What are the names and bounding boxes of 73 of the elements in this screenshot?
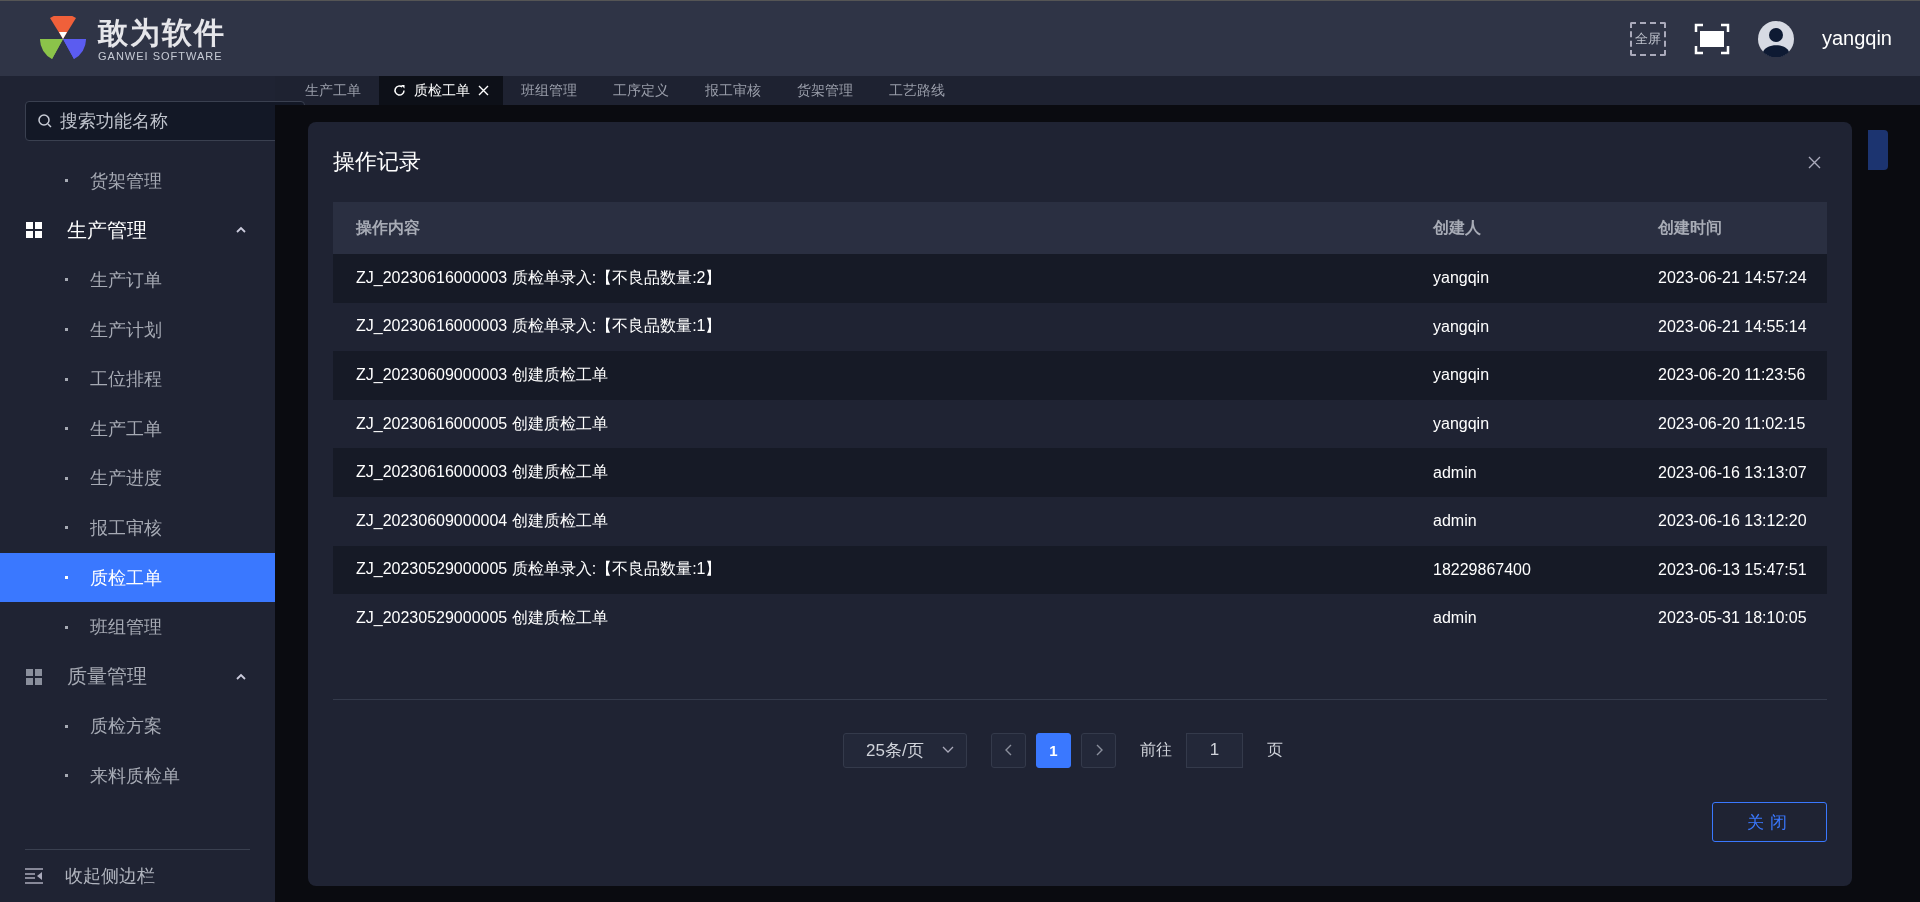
menu-item[interactable]: 质检方案 <box>0 701 275 752</box>
chevron-up-icon[interactable] <box>235 672 247 681</box>
tab[interactable]: 报工审核 <box>687 76 779 105</box>
table-cell-text: yangqin <box>1433 366 1491 385</box>
table-cell-text: 2023-06-16 13:12:20 <box>1658 512 1808 531</box>
tab[interactable]: 工序定义 <box>595 76 687 105</box>
menu-item[interactable]: 质检工单 <box>0 552 275 603</box>
logo-icon <box>40 15 86 62</box>
close-button[interactable]: 关闭 <box>1712 802 1827 842</box>
page-button[interactable]: 1 <box>1036 732 1071 768</box>
column-header: 创建人 <box>1433 217 1482 238</box>
menu-item[interactable]: 报工审核 <box>0 503 275 553</box>
table-cell-text: 2023-06-13 15:47:51 <box>1658 560 1808 579</box>
dialog-title: 操作记录 <box>333 148 421 176</box>
logo-title: 敢为软件 <box>98 15 226 50</box>
table-cell-text: ZJ_20230616000005 创建质检工单 <box>356 413 609 434</box>
table-cell-text: 2023-06-20 11:23:56 <box>1658 366 1807 385</box>
menu-item[interactable]: 生产工单 <box>0 403 275 454</box>
refresh-icon[interactable] <box>393 84 406 97</box>
search-icon <box>38 114 52 128</box>
chevron-down-icon <box>942 746 954 754</box>
menu-item[interactable]: 班组管理 <box>0 602 275 652</box>
table-cell-text: ZJ_20230609000004 创建质检工单 <box>356 510 609 531</box>
logo-subtitle: GANWEI SOFTWARE <box>98 49 224 62</box>
menu-item[interactable]: 货架管理 <box>0 156 275 206</box>
table-cell-text: ZJ_20230616000003 质检单录入:【不良品数量:2】 <box>356 267 723 288</box>
table-cell-text: admin <box>1433 512 1478 531</box>
menu-group[interactable]: 质量管理 <box>67 663 210 691</box>
tab[interactable]: 工艺路线 <box>871 76 963 105</box>
tab[interactable]: 质检工单 <box>379 76 503 105</box>
search-field[interactable]: 搜索功能名称 <box>25 101 305 141</box>
tab[interactable]: 货架管理 <box>779 76 871 105</box>
table-cell-text: ZJ_20230609000003 创建质检工单 <box>356 365 609 385</box>
page-size-select[interactable]: 25条/页 <box>843 732 967 768</box>
tab[interactable]: 班组管理 <box>503 76 595 105</box>
table-cell-text: 18229867400 <box>1433 560 1532 579</box>
fullscreen-button[interactable]: 全屏 <box>1629 21 1666 56</box>
username[interactable]: yangqin <box>1821 27 1892 50</box>
chevron-up-icon[interactable] <box>235 226 247 235</box>
screen-icon[interactable] <box>1693 22 1730 55</box>
page-number-field[interactable]: 1 <box>1186 732 1243 768</box>
table-cell-text: 2023-06-21 14:57:24 <box>1658 269 1808 288</box>
table-cell-text: ZJ_20230529000005 创建质检工单 <box>356 607 609 628</box>
table-cell-text: 2023-06-16 13:13:07 <box>1658 463 1808 482</box>
table-cell-text: 2023-06-20 11:02:15 <box>1658 415 1807 434</box>
column-header: 创建时间 <box>1658 217 1723 238</box>
collapse-icon[interactable] <box>25 868 43 884</box>
table-cell-text: 2023-05-31 18:10:05 <box>1658 609 1808 628</box>
menu-item[interactable]: 生产计划 <box>0 304 275 355</box>
table-cell-text: yangqin <box>1433 269 1491 288</box>
column-header: 操作内容 <box>356 217 421 238</box>
menu-item[interactable]: 工位排程 <box>0 354 275 404</box>
page-suffix: 页 <box>1267 739 1283 760</box>
table-cell-text: 2023-06-21 14:55:14 <box>1658 317 1808 336</box>
avatar-icon[interactable] <box>1757 20 1794 57</box>
table-cell-text: ZJ_20230616000003 质检单录入:【不良品数量:1】 <box>356 316 723 337</box>
close-icon[interactable] <box>1808 155 1821 169</box>
table-cell-text: ZJ_20230616000003 创建质检工单 <box>356 462 609 483</box>
table-cell-text: yangqin <box>1433 317 1491 336</box>
collapse-sidebar-link[interactable]: 收起侧边栏 <box>65 864 155 888</box>
grid-icon <box>26 222 42 239</box>
table-cell-text: admin <box>1433 463 1478 482</box>
table-cell-text: admin <box>1433 609 1478 628</box>
menu-item[interactable]: 生产进度 <box>0 453 275 504</box>
table-cell-text: ZJ_20230529000005 质检单录入:【不良品数量:1】 <box>356 559 723 580</box>
menu-group[interactable]: 生产管理 <box>67 216 210 244</box>
table-cell-text: yangqin <box>1433 415 1491 434</box>
menu-item[interactable]: 生产订单 <box>0 255 275 305</box>
menu-item[interactable]: 来料质检单 <box>0 751 275 801</box>
chevron-right-icon[interactable] <box>1094 744 1103 756</box>
chevron-left-icon[interactable] <box>1004 744 1013 756</box>
grid-icon <box>26 668 42 685</box>
goto-label: 前往 <box>1140 739 1172 760</box>
